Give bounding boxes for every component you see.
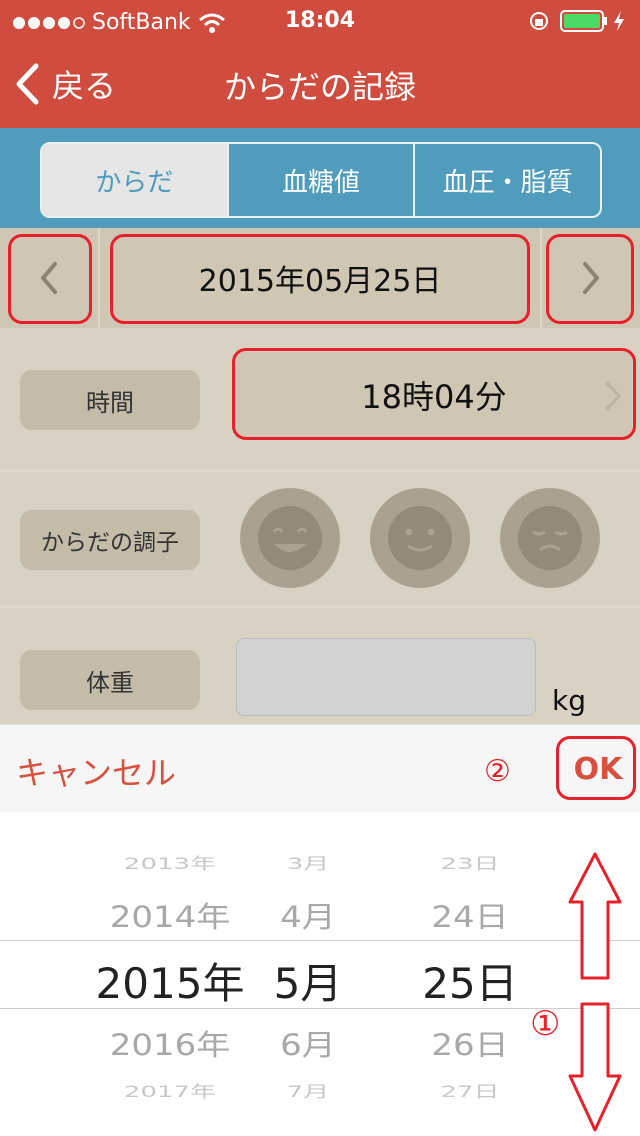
step-one-annotation: ①	[530, 1004, 561, 1044]
chevron-right-icon	[583, 262, 599, 294]
chevron-left-icon	[41, 262, 57, 294]
chevron-right-icon	[605, 381, 622, 411]
picker-selection-line	[0, 940, 640, 941]
date-picker[interactable]	[0, 812, 640, 1136]
smile-big-icon	[258, 506, 322, 570]
time-picker-field[interactable]: 18時04分	[236, 352, 632, 438]
tab-blood-sugar[interactable]: 血糖値	[226, 144, 414, 216]
cancel-button[interactable]: キャンセル	[16, 748, 176, 794]
weight-label: 体重	[20, 650, 200, 710]
weight-input[interactable]	[236, 638, 536, 716]
page-title: からだの記録	[223, 68, 416, 106]
mood-neutral-button[interactable]	[370, 488, 470, 588]
segmented-tabs: からだ 血糖値 血圧・脂質	[40, 142, 602, 218]
next-day-button[interactable]	[542, 228, 640, 328]
weight-unit: kg	[552, 684, 586, 717]
smile-icon	[388, 506, 452, 570]
divider	[0, 470, 640, 472]
rotation-lock-icon	[530, 12, 548, 30]
status-bar-right	[528, 8, 626, 34]
time-label: 時間	[20, 370, 200, 430]
previous-day-button[interactable]	[0, 228, 98, 328]
condition-label: からだの調子	[20, 510, 200, 570]
date-display[interactable]: 2015年05月25日	[100, 228, 540, 328]
sad-face-icon	[518, 506, 582, 570]
step-two-annotation: ②	[484, 754, 511, 789]
mood-unwell-button[interactable]	[500, 488, 600, 588]
mood-happy-button[interactable]	[240, 488, 340, 588]
ok-button[interactable]: OK	[560, 752, 636, 787]
battery-icon	[560, 10, 607, 32]
time-value: 18時04分	[361, 378, 507, 416]
divider	[0, 606, 640, 608]
charging-icon	[614, 11, 624, 31]
tab-blood-pressure-lipids[interactable]: 血圧・脂質	[413, 144, 600, 216]
scroll-direction-arrows	[568, 852, 622, 1132]
tab-body[interactable]: からだ	[42, 144, 227, 216]
